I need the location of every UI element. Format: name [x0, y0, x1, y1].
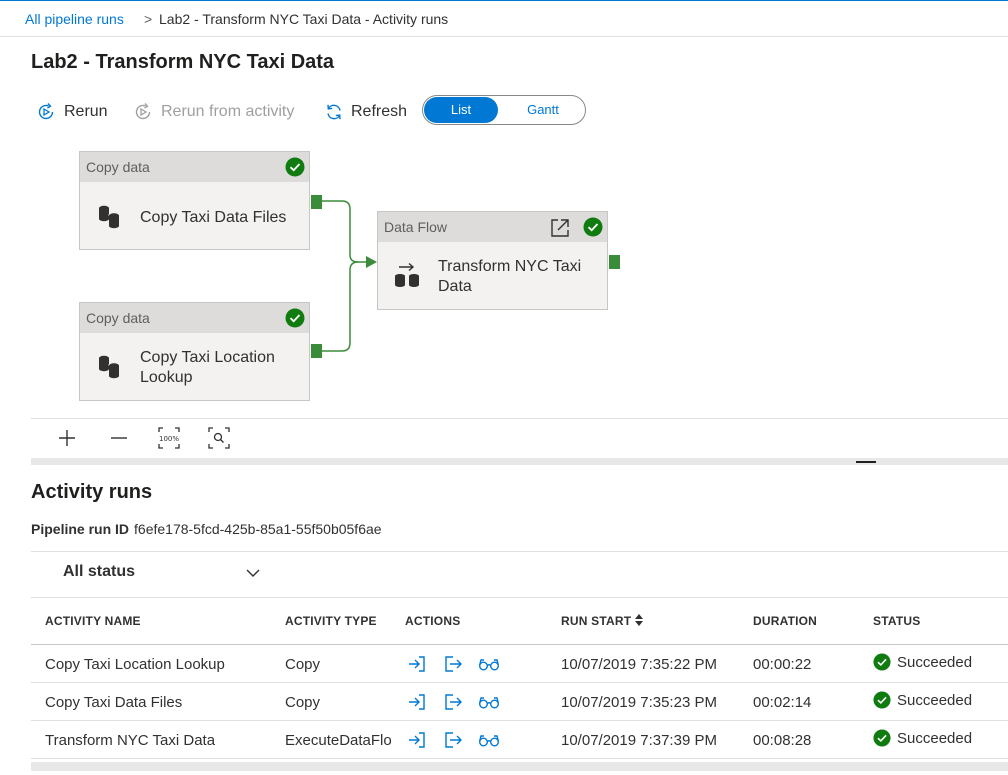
copy-data-icon: [99, 355, 120, 379]
status-text: Succeeded: [897, 653, 973, 671]
activity-type-cell: Copy: [285, 656, 321, 673]
duration-cell: 00:00:22: [753, 656, 812, 673]
activity-type-cell: ExecuteDataFlo: [285, 732, 391, 749]
output-port[interactable]: [609, 255, 620, 269]
output-icon[interactable]: [443, 654, 463, 674]
output-icon[interactable]: [443, 692, 463, 712]
input-icon[interactable]: [407, 692, 427, 712]
zoom-100-icon[interactable]: 100%: [158, 427, 180, 449]
column-activity-name[interactable]: ACTIVITY NAME: [45, 614, 141, 628]
success-check-icon: [873, 653, 891, 671]
pipeline-run-id: Pipeline run ID f6efe178-5fcd-425b-85a1-5…: [31, 521, 382, 537]
sort-icon[interactable]: [634, 614, 643, 626]
output-icon[interactable]: [443, 730, 463, 750]
input-icon[interactable]: [407, 730, 427, 750]
zoom-fit-icon[interactable]: [208, 427, 230, 449]
svg-text:100%: 100%: [159, 435, 179, 443]
table-horizontal-scrollbar[interactable]: [31, 762, 1008, 771]
node-copy-taxi-data-files[interactable]: Copy data Copy Taxi Data Files: [79, 151, 310, 250]
success-check-icon: [285, 157, 305, 177]
details-glasses-icon[interactable]: [478, 730, 500, 750]
status-text: Succeeded: [897, 729, 973, 747]
success-check-icon: [583, 217, 603, 237]
success-check-icon: [873, 729, 891, 747]
input-icon[interactable]: [407, 654, 427, 674]
open-external-icon[interactable]: [549, 217, 571, 239]
node-type-label: Copy data: [80, 152, 309, 182]
zoom-in-icon[interactable]: [56, 427, 78, 449]
status-text: Succeeded: [897, 691, 973, 709]
success-check-icon: [873, 691, 891, 709]
output-port[interactable]: [311, 195, 322, 209]
node-type-label: Data Flow: [378, 212, 607, 242]
node-name: Copy Taxi Data Files: [140, 209, 287, 226]
run-start-cell: 10/07/2019 7:37:39 PM: [561, 732, 717, 749]
status-filter-dropdown[interactable]: All status: [63, 563, 135, 581]
node-transform-nyc-taxi-data[interactable]: Data Flow Transform NYC Taxi Data: [377, 211, 608, 310]
node-copy-taxi-location-lookup[interactable]: Copy data Copy Taxi Location Lookup: [79, 302, 310, 401]
output-port[interactable]: [311, 344, 322, 358]
activity-name-cell: Copy Taxi Location Lookup: [45, 656, 225, 673]
details-glasses-icon[interactable]: [478, 654, 500, 674]
column-status[interactable]: STATUS: [873, 614, 920, 628]
activity-type-cell: Copy: [285, 694, 321, 711]
run-start-cell: 10/07/2019 7:35:23 PM: [561, 694, 717, 711]
column-actions: ACTIONS: [405, 614, 461, 628]
status-cell: Succeeded: [873, 691, 972, 709]
canvas-toolbar: 100%: [31, 418, 1008, 459]
column-duration[interactable]: DURATION: [753, 614, 817, 628]
status-cell: Succeeded: [873, 729, 972, 747]
duration-cell: 00:02:14: [753, 694, 812, 711]
node-name: Transform NYC Taxi Data: [438, 258, 582, 295]
duration-cell: 00:08:28: [753, 732, 812, 749]
run-start-cell: 10/07/2019 7:35:22 PM: [561, 656, 717, 673]
column-run-start[interactable]: RUN START: [561, 614, 643, 628]
table-row[interactable]: Copy Taxi Location Lookup Copy 10/07/201…: [31, 645, 1008, 683]
column-activity-type[interactable]: ACTIVITY TYPE: [285, 614, 377, 628]
pipeline-run-id-label: Pipeline run ID: [31, 521, 130, 537]
table-header: ACTIVITY NAME ACTIVITY TYPE ACTIONS RUN …: [31, 597, 1008, 645]
status-cell: Succeeded: [873, 653, 972, 671]
zoom-out-icon[interactable]: [108, 427, 130, 449]
table-row[interactable]: Transform NYC Taxi Data ExecuteDataFlo 1…: [31, 721, 1008, 759]
data-flow-icon: [395, 262, 419, 287]
details-glasses-icon[interactable]: [478, 692, 500, 712]
table-row[interactable]: Copy Taxi Data Files Copy 10/07/2019 7:3…: [31, 683, 1008, 721]
activity-runs-title: Activity runs: [31, 481, 153, 503]
activity-name-cell: Copy Taxi Data Files: [45, 694, 183, 711]
success-check-icon: [285, 308, 305, 328]
activity-name-cell: Transform NYC Taxi Data: [45, 732, 216, 749]
status-filter-bar: All status: [31, 551, 1008, 598]
canvas-scroll-thumb[interactable]: [856, 461, 876, 463]
node-type-label: Copy data: [80, 303, 309, 333]
pipeline-run-id-value: f6efe178-5fcd-425b-85a1-55f50b05f6ae: [134, 521, 382, 537]
copy-data-icon: [99, 205, 120, 229]
node-name: Copy Taxi Location Lookup: [140, 349, 275, 386]
activity-runs-table: ACTIVITY NAME ACTIVITY TYPE ACTIONS RUN …: [31, 597, 1008, 759]
chevron-down-icon[interactable]: [246, 568, 260, 578]
